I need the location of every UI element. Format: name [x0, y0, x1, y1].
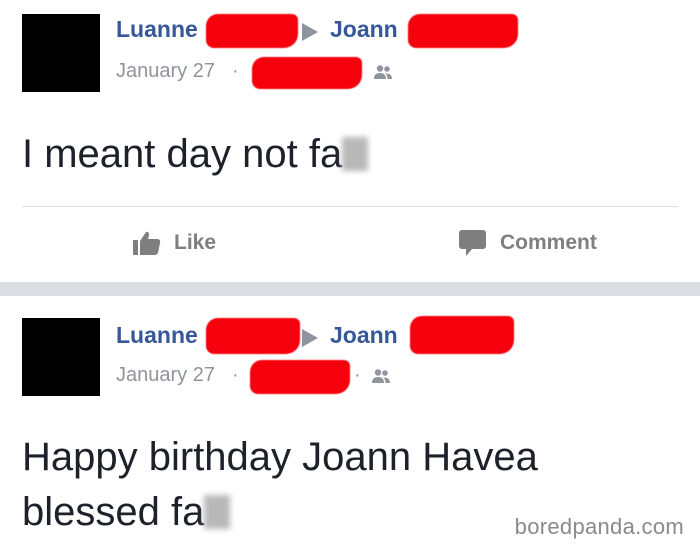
- arrow-right-icon: [302, 23, 318, 41]
- watermark: boredpanda.com: [514, 514, 684, 539]
- redaction-mark: [252, 57, 362, 89]
- friends-audience-icon[interactable]: [370, 368, 392, 384]
- post-text-line: Happy birthday Joann Havea: [22, 435, 538, 479]
- comment-button[interactable]: Comment: [458, 226, 597, 260]
- redaction-mark: [250, 360, 350, 394]
- author-name[interactable]: Luanne: [116, 16, 198, 43]
- like-button[interactable]: Like: [132, 226, 216, 260]
- post-text: I meant day not fa: [22, 127, 369, 182]
- post-date[interactable]: January 27: [116, 60, 215, 83]
- post-card: Luanne Joann January 27 · · Happy birthd…: [0, 296, 700, 554]
- meta-separator: ·: [354, 364, 361, 386]
- divider: [22, 206, 678, 207]
- meta-separator: ·: [232, 60, 239, 82]
- redaction-mark: [206, 318, 300, 354]
- post-text-line: I meant day not fa: [22, 132, 343, 176]
- arrow-right-icon: [302, 329, 318, 347]
- meta-separator: ·: [232, 364, 239, 386]
- post-text-line: blessed fa: [22, 485, 538, 540]
- post-card: Luanne Joann January 27 · I meant day no…: [0, 0, 700, 282]
- post-text: Happy birthday Joann Havea blessed fa: [22, 430, 538, 540]
- redaction-mark: [206, 14, 298, 48]
- comment-bubble-icon: [458, 229, 488, 257]
- friends-audience-icon[interactable]: [372, 64, 394, 80]
- redaction-mark: [408, 14, 518, 48]
- feed-separator: [0, 282, 700, 296]
- like-thumb-icon: [132, 230, 162, 256]
- censor-blur: [342, 137, 369, 171]
- post-date[interactable]: January 27: [116, 364, 215, 387]
- avatar[interactable]: [22, 14, 100, 92]
- comment-label: Comment: [500, 231, 597, 254]
- author-name[interactable]: Luanne: [116, 322, 198, 349]
- censor-blur: [204, 495, 231, 529]
- avatar[interactable]: [22, 318, 100, 396]
- recipient-name[interactable]: Joann: [330, 322, 398, 349]
- like-label: Like: [174, 231, 217, 254]
- recipient-name[interactable]: Joann: [330, 16, 398, 43]
- redaction-mark: [410, 316, 514, 354]
